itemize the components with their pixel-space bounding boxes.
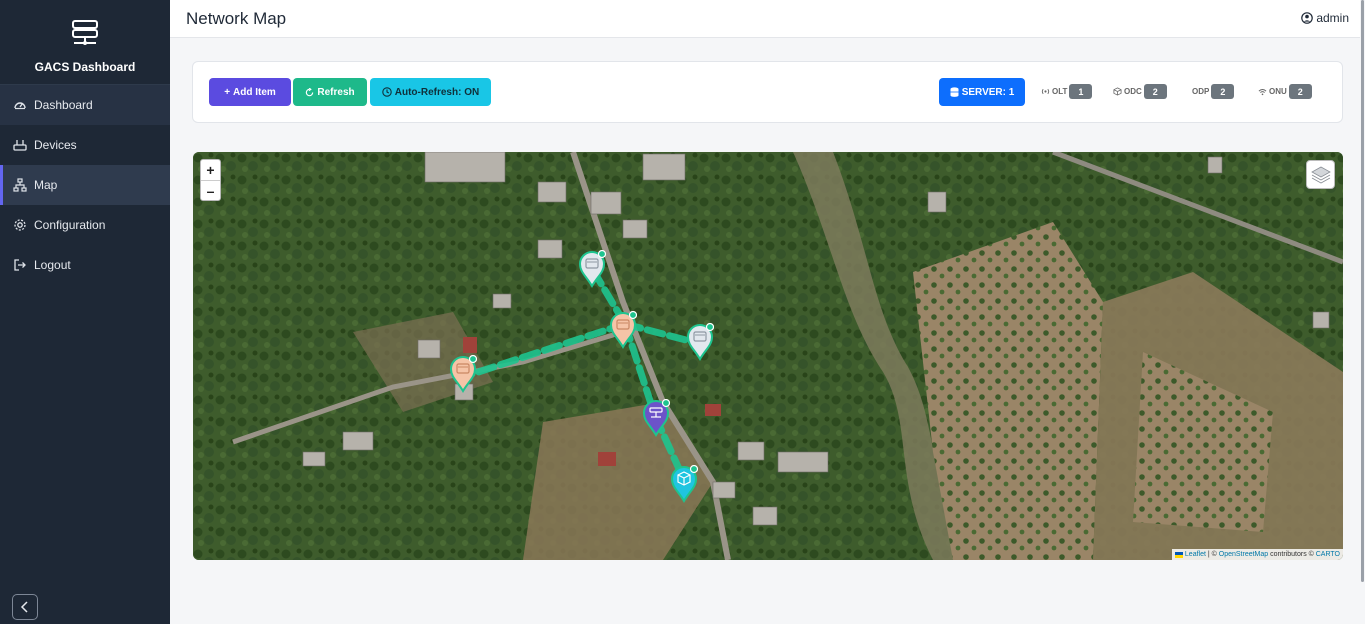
odc-marker-center[interactable] xyxy=(609,311,637,349)
brand[interactable]: GACS Dashboard xyxy=(0,0,170,85)
satellite-imagery xyxy=(193,152,1343,560)
olt-counter-label: OLT xyxy=(1052,87,1068,96)
sidebar-item-dashboard[interactable]: Dashboard xyxy=(0,85,170,125)
sidebar-nav: Dashboard Devices Map Configuration Logo… xyxy=(0,85,170,285)
olt-counter[interactable]: OLT 1 xyxy=(1041,84,1093,99)
odp-counter-label: ODP xyxy=(1192,87,1210,96)
openstreetmap-link[interactable]: OpenStreetMap xyxy=(1219,551,1268,558)
gear-icon xyxy=(13,218,27,232)
zoom-in-button[interactable]: + xyxy=(201,160,220,180)
sidebar-collapse-button[interactable] xyxy=(12,594,38,620)
page-scrollbar[interactable] xyxy=(1361,0,1364,582)
server-label: SERVER: 1 xyxy=(961,86,1015,98)
odc-counter[interactable]: ODC 2 xyxy=(1113,84,1167,99)
odp-count-badge: 2 xyxy=(1211,84,1235,99)
sidebar-item-map[interactable]: Map xyxy=(0,165,170,205)
plus-icon: + xyxy=(224,86,231,98)
antenna-icon xyxy=(1041,87,1050,96)
user-circle-icon xyxy=(1301,12,1314,24)
clock-icon xyxy=(382,87,392,97)
auto-refresh-label: Auto-Refresh: ON xyxy=(394,86,480,98)
sidebar-item-label: Devices xyxy=(34,138,77,152)
box-icon xyxy=(1113,87,1122,96)
leaflet-link[interactable]: Leaflet xyxy=(1185,551,1206,558)
odc-counter-label: ODC xyxy=(1124,87,1142,96)
odp-marker-north[interactable] xyxy=(578,250,606,288)
database-icon xyxy=(950,87,959,97)
user-name: admin xyxy=(1316,11,1349,25)
olt-marker[interactable] xyxy=(642,399,670,437)
sidebar-item-logout[interactable]: Logout xyxy=(0,245,170,285)
sidebar-item-label: Map xyxy=(34,178,58,192)
brand-title: GACS Dashboard xyxy=(34,60,136,74)
logout-icon xyxy=(13,258,27,272)
add-item-label: Add Item xyxy=(233,86,276,98)
wifi-icon xyxy=(1258,88,1267,96)
onu-counter-label: ONU xyxy=(1269,87,1287,96)
sidebar: GACS Dashboard Dashboard Devices Map Con… xyxy=(0,0,170,624)
zoom-out-button[interactable]: – xyxy=(201,180,220,200)
refresh-label: Refresh xyxy=(317,86,355,98)
odp-counter[interactable]: ODP 2 xyxy=(1192,84,1235,99)
server-marker[interactable] xyxy=(670,465,698,503)
refresh-button[interactable]: Refresh xyxy=(293,78,367,106)
speedometer-icon xyxy=(13,98,27,112)
router-icon xyxy=(13,138,27,152)
olt-count-badge: 1 xyxy=(1069,84,1093,99)
refresh-icon xyxy=(305,87,314,97)
sidebar-item-devices[interactable]: Devices xyxy=(0,125,170,165)
attribution-contributors: contributors © xyxy=(1268,551,1316,558)
ukraine-flag-icon xyxy=(1174,551,1183,558)
map-attribution: Leaflet | © OpenStreetMap contributors ©… xyxy=(1171,549,1343,560)
server-network-icon xyxy=(70,20,100,51)
map-toolbar: + Add Item Refresh Auto-Refresh: ON SERV… xyxy=(192,61,1343,123)
onu-count-badge: 2 xyxy=(1288,84,1312,99)
odc-marker-west[interactable] xyxy=(449,355,477,393)
odc-count-badge: 2 xyxy=(1143,84,1167,99)
auto-refresh-button[interactable]: Auto-Refresh: ON xyxy=(370,78,491,106)
zoom-control: + – xyxy=(200,159,221,201)
page-title: Network Map xyxy=(186,9,287,28)
diagram-icon xyxy=(13,178,27,192)
sidebar-item-label: Dashboard xyxy=(34,98,93,112)
layers-control-button[interactable] xyxy=(1306,160,1335,189)
network-map[interactable]: + – Leaflet | © OpenStreetMap contributo… xyxy=(193,152,1343,560)
topbar: Network Map admin xyxy=(170,0,1360,38)
layers-icon xyxy=(1310,166,1331,184)
sidebar-item-configuration[interactable]: Configuration xyxy=(0,205,170,245)
sidebar-item-label: Logout xyxy=(34,258,71,272)
server-filter-button[interactable]: SERVER: 1 xyxy=(939,78,1025,106)
chevron-left-icon xyxy=(20,601,28,613)
odp-marker-east[interactable] xyxy=(686,323,714,361)
add-item-button[interactable]: + Add Item xyxy=(209,78,291,106)
onu-counter[interactable]: ONU 2 xyxy=(1258,84,1312,99)
user-menu[interactable]: admin xyxy=(1301,11,1349,25)
carto-link[interactable]: CARTO xyxy=(1316,551,1340,558)
sidebar-item-label: Configuration xyxy=(34,218,106,232)
attribution-separator: | © xyxy=(1205,551,1219,558)
